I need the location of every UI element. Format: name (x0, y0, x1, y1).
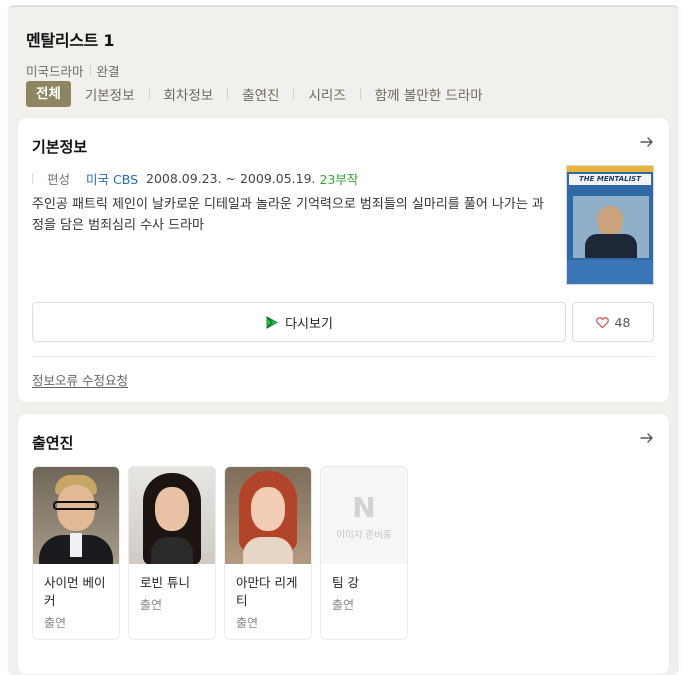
cast-photo (129, 467, 215, 564)
placeholder-logo: N (352, 491, 376, 524)
play-icon (266, 315, 279, 329)
drama-title: 멘탈리스트 1 (26, 31, 115, 50)
cast-role: 출연 (332, 598, 355, 612)
synopsis: 주인공 패트릭 제인이 날카로운 디테일과 놀라운 기억력으로 범죄들의 실마리… (32, 197, 544, 233)
cast-list: 사이먼 베이커 출연 로빈 튜니 출연 아만다 리게티 출연 N 이미지 준비중… (32, 466, 416, 640)
drama-header: 멘탈리스트 1 미국드라마 완결 (26, 27, 120, 80)
tab-all[interactable]: 전체 (26, 81, 71, 107)
status-label: 완결 (96, 64, 120, 79)
photo-face (251, 487, 285, 531)
genre-label: 미국드라마 (26, 64, 84, 79)
meta-divider (89, 65, 91, 76)
tab-bar: 전체 기본정보 회차정보 출연진 시리즈 함께 볼만한 드라마 (26, 81, 483, 107)
cast-title: 출연진 (32, 434, 74, 452)
basic-info-title: 기본정보 (32, 138, 88, 156)
cast-info: 팀 강 출연 (321, 564, 407, 613)
rewatch-button[interactable]: 다시보기 (32, 302, 566, 342)
tab-series[interactable]: 시리즈 (308, 84, 345, 104)
poster-art (573, 196, 649, 258)
cast-role: 출연 (236, 616, 259, 630)
tab-episodes[interactable]: 회차정보 (164, 84, 214, 104)
poster-image[interactable]: THE MENTALIST (566, 165, 654, 285)
broadcast-info: 편성 미국 CBS 2008.09.23. ~ 2009.05.19. 23부작 (32, 169, 358, 188)
photo-shirt (70, 533, 82, 557)
content-frame: 멘탈리스트 1 미국드라마 완결 전체 기본정보 회차정보 출연진 시리즈 함께… (8, 5, 679, 675)
broadcast-label: 편성 (47, 172, 71, 187)
broadcast-period: 2008.09.23. ~ 2009.05.19. (146, 171, 316, 186)
cast-name: 사이먼 베이커 (44, 575, 106, 608)
poster-title: THE MENTALIST (569, 174, 651, 185)
poster-footer (567, 260, 653, 284)
cast-name: 로빈 튜니 (140, 575, 190, 590)
cast-member-card[interactable]: 로빈 튜니 출연 (128, 466, 216, 640)
tab-recommended[interactable]: 함께 볼만한 드라마 (375, 84, 483, 104)
card-divider (32, 356, 655, 357)
cast-member-card[interactable]: 사이먼 베이커 출연 (32, 466, 120, 640)
cast-role: 출연 (140, 598, 163, 612)
photo-shoulders (243, 537, 293, 564)
tab-cast[interactable]: 출연진 (242, 84, 279, 104)
cast-role: 출연 (44, 616, 67, 630)
photo-top (151, 537, 193, 564)
channel-link[interactable]: 미국 CBS (86, 169, 138, 188)
cast-card-section: 출연진 사이먼 베이커 출연 로빈 튜니 출연 아만다 리게티 출연 N 이미지… (18, 414, 669, 674)
tab-divider (148, 88, 150, 100)
poster-suit (585, 234, 637, 258)
cast-photo-placeholder: N 이미지 준비중 (321, 467, 407, 564)
drama-meta: 미국드라마 완결 (26, 61, 120, 80)
cast-name: 아만다 리게티 (236, 575, 298, 608)
tab-divider (359, 88, 361, 100)
cast-photo (225, 467, 311, 564)
photo-face (155, 487, 189, 531)
basic-info-card: 기본정보 편성 미국 CBS 2008.09.23. ~ 2009.05.19.… (18, 118, 669, 402)
cast-member-card[interactable]: N 이미지 준비중 팀 강 출연 (320, 466, 408, 640)
poster-top-band (567, 166, 653, 172)
heart-icon (595, 316, 609, 328)
tab-divider (293, 88, 295, 100)
tab-basic-info[interactable]: 기본정보 (85, 84, 135, 104)
tab-divider (227, 88, 229, 100)
arrow-right-icon[interactable] (639, 134, 655, 150)
like-count: 48 (614, 314, 631, 330)
info-bar (32, 173, 33, 184)
photo-glasses (53, 501, 99, 510)
episode-count[interactable]: 23부작 (320, 169, 359, 188)
cast-info: 아만다 리게티 출연 (225, 564, 311, 631)
cast-photo (33, 467, 119, 564)
report-error-link[interactable]: 정보오류 수정요청 (32, 370, 128, 389)
rewatch-label: 다시보기 (285, 316, 333, 332)
cast-info: 로빈 튜니 출연 (129, 564, 215, 613)
cast-member-card[interactable]: 아만다 리게티 출연 (224, 466, 312, 640)
placeholder-text: 이미지 준비중 (336, 530, 392, 541)
like-button[interactable]: 48 (572, 302, 654, 342)
poster-face (597, 206, 623, 236)
arrow-right-icon[interactable] (639, 430, 655, 446)
cast-info: 사이먼 베이커 출연 (33, 564, 119, 631)
cast-name: 팀 강 (332, 575, 359, 590)
